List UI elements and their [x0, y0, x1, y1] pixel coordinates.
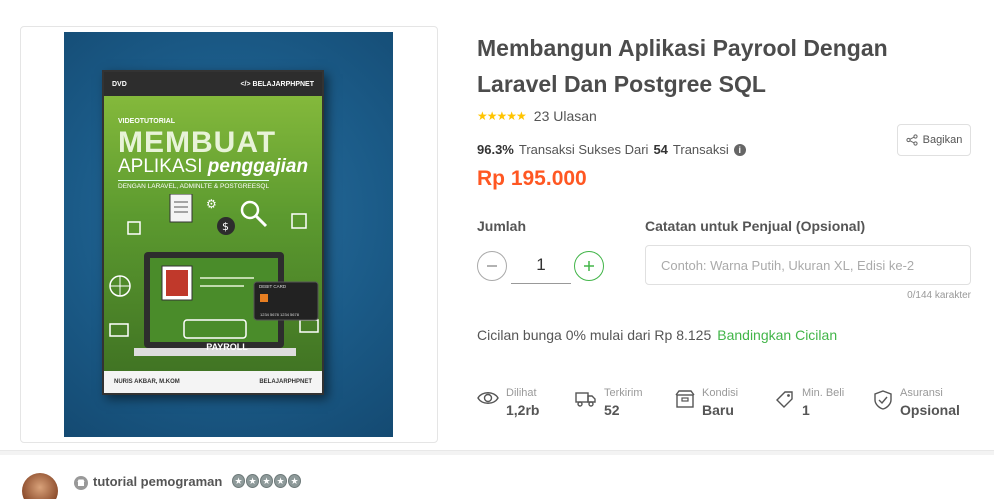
transaction-count: 54: [653, 142, 668, 157]
meta-viewed-value: 1,2rb: [506, 402, 540, 418]
dvd-footer-brand: BELAJARPHPNET: [259, 379, 312, 385]
success-rate: 96.3%: [477, 142, 514, 157]
meta-condition-value: Baru: [702, 402, 734, 418]
note-char-counter: 0/144 karakter: [907, 290, 971, 301]
quantity-input[interactable]: 1: [511, 248, 571, 284]
meta-viewed: Dilihat 1,2rb: [477, 386, 539, 420]
dvd-subtitle: DENGAN LARAVEL, ADMINLTE & POSTGREESQL: [118, 180, 270, 190]
plus-icon: [584, 261, 594, 271]
share-button[interactable]: Bagikan: [897, 124, 971, 156]
meta-sent-value: 52: [604, 402, 620, 418]
reputation-medal-icon: ★: [246, 474, 259, 488]
shop-name-link[interactable]: tutorial pemograman: [93, 474, 222, 489]
meta-insurance-value: Opsional: [900, 402, 960, 418]
dvd-brand: </> BELAJARPHPNET: [240, 80, 314, 88]
compare-installment-link[interactable]: Bandingkan Cicilan: [717, 327, 837, 343]
info-icon[interactable]: i: [733, 143, 746, 156]
seller-note-input[interactable]: [645, 245, 971, 285]
success-text: Transaksi Sukses Dari: [518, 142, 649, 157]
share-label: Bagikan: [922, 134, 963, 146]
rating-row[interactable]: ★★★★★ 23 Ulasan: [477, 108, 597, 124]
meta-insurance-label: Asuransi: [900, 387, 943, 399]
dvd-bottom-bar: NURIS AKBAR, M.KOM BELAJARPHPNET: [104, 371, 322, 393]
dvd-title-line2b: penggajian: [207, 156, 309, 177]
installment-row: Cicilan bunga 0% mulai dari Rp 8.125 Band…: [477, 327, 837, 343]
meta-sent-label: Terkirim: [604, 387, 643, 399]
shop-reputation-badges[interactable]: ★ ★ ★ ★ ★: [232, 474, 301, 488]
installment-text: Cicilan bunga 0% mulai dari Rp 8.125: [477, 327, 712, 343]
share-icon: [906, 134, 918, 146]
svg-text:⚙: ⚙: [206, 197, 217, 211]
dvd-top-bar: DVD </> BELAJARPHPNET: [104, 72, 322, 96]
meta-min-buy: Min. Beli 1: [775, 386, 844, 420]
section-divider: [0, 450, 994, 455]
meta-min-buy-label: Min. Beli: [802, 387, 845, 399]
quantity-label: Jumlah: [477, 218, 527, 234]
transaction-label: Transaksi: [672, 142, 729, 157]
truck-icon: [575, 392, 596, 407]
dvd-label: DVD: [112, 80, 127, 88]
dvd-card-number: 1234 5678 1234 5678: [260, 312, 299, 317]
minus-icon: [487, 265, 497, 267]
dvd-payroll-label: PAYROLL: [206, 342, 248, 352]
product-image[interactable]: DVD </> BELAJARPHPNET VIDEOTUTORIAL MEMB…: [64, 32, 393, 437]
meta-insurance: Asuransi Opsional: [873, 386, 960, 420]
dvd-author: NURIS AKBAR, M.KOM: [114, 379, 180, 385]
meta-min-buy-value: 1: [802, 402, 810, 418]
box-icon: [675, 390, 695, 408]
meta-condition-label: Kondisi: [702, 387, 739, 399]
quantity-increase-button[interactable]: [574, 251, 604, 281]
dvd-title-line2: APLIKASI penggajian: [118, 156, 308, 178]
product-price: Rp 195.000: [477, 167, 587, 190]
reputation-medal-icon: ★: [274, 474, 287, 488]
reputation-medal-icon: ★: [232, 474, 245, 488]
shop-store-icon: [74, 476, 88, 490]
meta-condition: Kondisi Baru: [675, 386, 738, 420]
dvd-debit-card-label: DEBIT CARD: [259, 284, 287, 289]
reputation-medal-icon: ★: [288, 474, 301, 488]
meta-sent: Terkirim 52: [575, 386, 643, 420]
dvd-title-line1: MEMBUAT: [118, 126, 277, 159]
dvd-title-line2a: APLIKASI: [118, 156, 203, 177]
product-title: Membangun Aplikasi Payrool Dengan Larave…: [477, 35, 888, 97]
meta-viewed-label: Dilihat: [506, 387, 537, 399]
dvd-videotutorial: VIDEOTUTORIAL: [118, 118, 176, 125]
tag-icon: [776, 391, 793, 408]
quantity-decrease-button[interactable]: [477, 251, 507, 281]
eye-icon: [477, 392, 499, 404]
rating-stars-icon: ★★★★★: [477, 109, 527, 123]
svg-text:$: $: [222, 220, 229, 233]
transaction-success-row: 96.3% Transaksi Sukses Dari 54 Transaksi…: [477, 142, 746, 157]
shield-check-icon: [874, 390, 892, 410]
shop-avatar[interactable]: [22, 473, 58, 499]
seller-note-label: Catatan untuk Penjual (Opsional): [645, 218, 866, 234]
review-count[interactable]: 23 Ulasan: [534, 108, 597, 124]
dvd-cover: DVD </> BELAJARPHPNET VIDEOTUTORIAL MEMB…: [102, 70, 324, 395]
reputation-medal-icon: ★: [260, 474, 273, 488]
